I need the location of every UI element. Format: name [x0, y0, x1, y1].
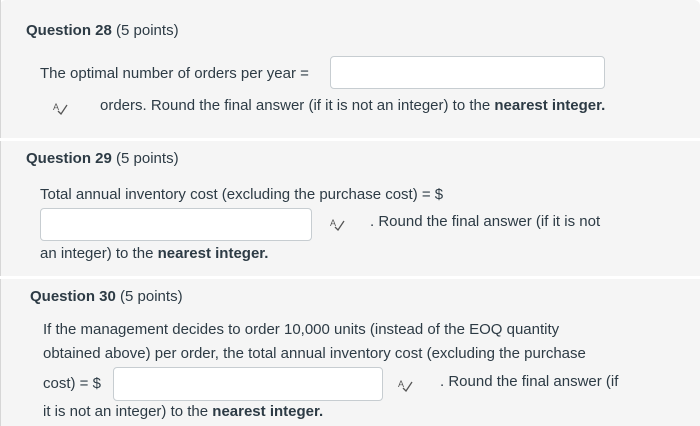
- svg-text:A: A: [398, 379, 404, 389]
- question-title: Question 28 (5 points): [26, 22, 179, 39]
- question-points: (5 points): [116, 22, 179, 39]
- question-label: Question 29: [26, 150, 112, 167]
- svg-text:A: A: [330, 218, 336, 228]
- card-border: [0, 279, 1, 426]
- emphasis-text: nearest integer.: [212, 403, 324, 420]
- question-text: The optimal number of orders per year =: [40, 65, 309, 82]
- question-text: Total annual inventory cost (excluding t…: [40, 186, 444, 203]
- card-border: [0, 141, 1, 276]
- emphasis-text: nearest integer.: [157, 245, 269, 262]
- question-text-line-1: If the management decides to order 10,00…: [43, 321, 560, 338]
- question-title: Question 29 (5 points): [26, 150, 179, 167]
- card-border: [0, 0, 1, 138]
- question-30-card: Question 30 (5 points) If the management…: [0, 279, 700, 426]
- after-box-text: orders. Round the final answer (if it is…: [100, 97, 491, 114]
- answer-input[interactable]: [330, 56, 605, 89]
- question-text-line-2: obtained above) per order, the total ann…: [43, 345, 586, 362]
- emphasis-text: nearest integer.: [494, 97, 606, 114]
- question-label: Question 28: [26, 22, 112, 39]
- line2-prefix: an integer) to the: [40, 245, 154, 262]
- question-text-continued: an integer) to the nearest integer.: [40, 245, 268, 262]
- answer-input[interactable]: [113, 367, 383, 401]
- answer-input[interactable]: [40, 208, 312, 241]
- question-28-card: Question 28 (5 points) The optimal numbe…: [0, 0, 700, 138]
- before-box-text: cost) = $: [43, 375, 101, 392]
- question-text-continued: orders. Round the final answer (if it is…: [100, 97, 605, 114]
- spellcheck-icon[interactable]: A: [398, 378, 414, 392]
- spellcheck-icon[interactable]: A: [53, 101, 69, 115]
- after-box-text: . Round the final answer (if it is not: [370, 213, 601, 230]
- question-title: Question 30 (5 points): [30, 288, 183, 305]
- question-points: (5 points): [120, 288, 183, 305]
- line2-prefix: it is not an integer) to the: [43, 403, 209, 420]
- svg-text:A: A: [53, 102, 59, 112]
- question-text-continued: it is not an integer) to the nearest int…: [43, 403, 323, 420]
- question-label: Question 30: [30, 288, 116, 305]
- spellcheck-icon[interactable]: A: [330, 217, 346, 231]
- after-box-text: . Round the final answer (if: [440, 373, 619, 390]
- question-points: (5 points): [116, 150, 179, 167]
- question-29-card: Question 29 (5 points) Total annual inve…: [0, 141, 700, 276]
